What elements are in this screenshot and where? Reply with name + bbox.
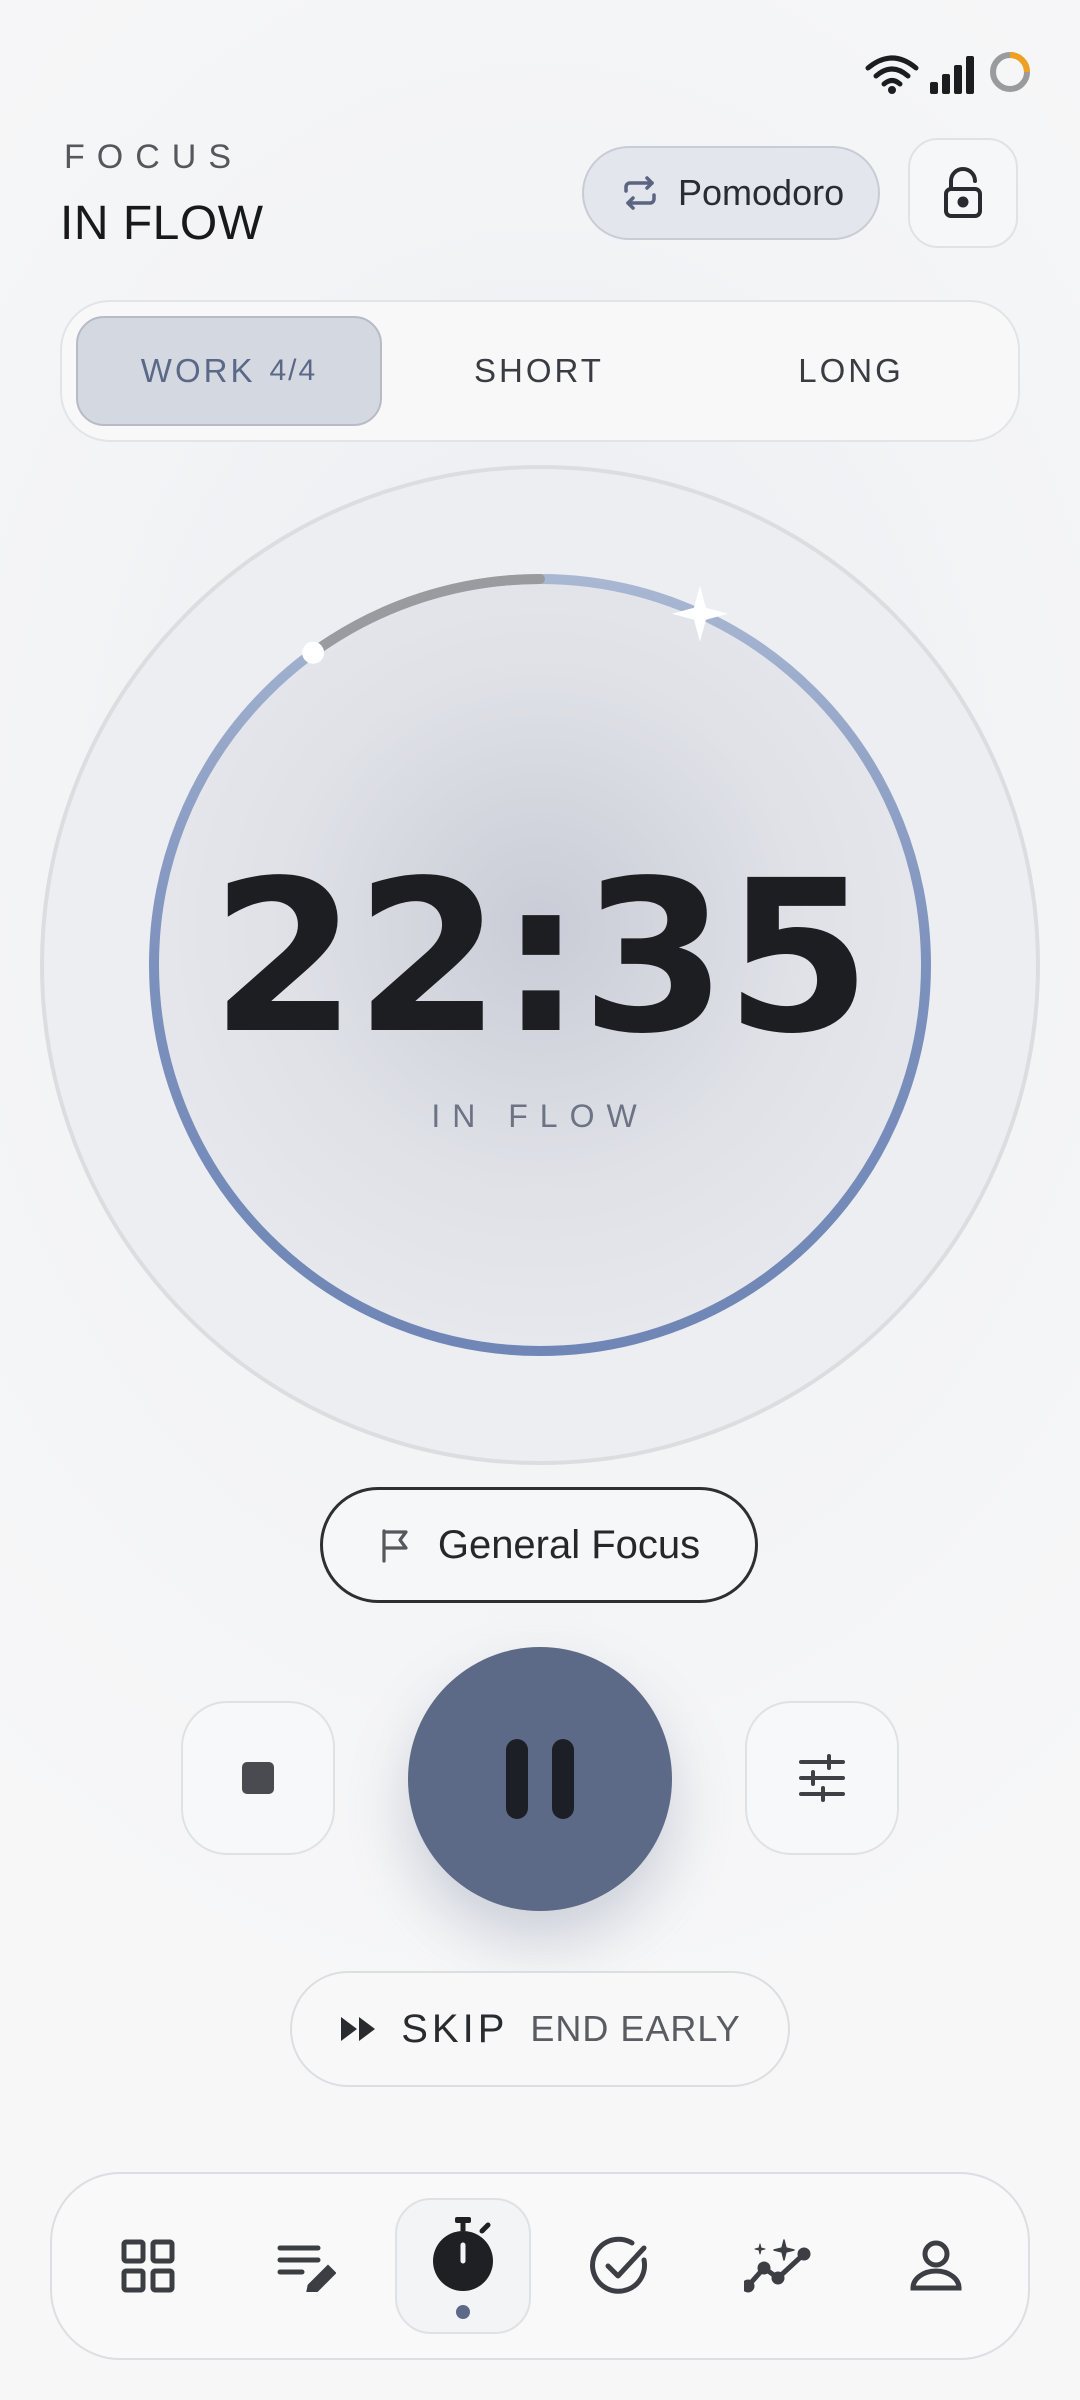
lock-button[interactable] (908, 138, 1018, 248)
skip-label: SKIP (401, 2006, 509, 2051)
notes-edit-icon (277, 2245, 336, 2292)
nav-item-insights[interactable] (710, 2198, 846, 2334)
active-indicator-dot (456, 2305, 470, 2319)
nav-item-notes[interactable] (238, 2198, 374, 2334)
sparkle-chart-icon (744, 2239, 811, 2293)
stop-icon (242, 1762, 274, 1794)
status-bar (860, 48, 1040, 96)
pause-icon (506, 1739, 574, 1819)
repeat-icon (624, 176, 656, 210)
task-selector-button[interactable]: General Focus (320, 1487, 758, 1603)
page-title: IN FLOW (60, 197, 264, 250)
timer-state-label: IN FLOW (431, 1098, 649, 1134)
wifi-icon (865, 55, 919, 94)
segment-short-label: SHORT (474, 352, 604, 389)
nav-item-profile[interactable] (868, 2198, 1004, 2334)
session-type-segmented-control: WORK 4/4 SHORT LONG (60, 300, 1020, 442)
segment-work-count: 4/4 (269, 354, 318, 387)
sliders-icon (799, 1754, 845, 1802)
segment-long[interactable]: LONG (698, 316, 1004, 426)
segment-long-label: LONG (798, 352, 904, 389)
flag-icon (382, 1529, 408, 1563)
skip-button[interactable]: SKIP END EARLY (290, 1971, 790, 2087)
profile-icon (910, 2240, 962, 2291)
fast-forward-icon (341, 2017, 376, 2041)
segment-work[interactable]: WORK 4/4 (76, 316, 382, 426)
timer-countdown: 22:35 (210, 835, 871, 1080)
mode-selector-label: Pomodoro (678, 172, 845, 213)
progress-knob[interactable] (302, 641, 325, 664)
section-eyebrow: FOCUS (64, 138, 243, 176)
battery-ring-icon (990, 52, 1030, 92)
signal-icon (930, 56, 974, 94)
skip-sublabel: END EARLY (530, 2008, 741, 2049)
task-label: General Focus (437, 1522, 701, 1567)
nav-item-tasks[interactable] (552, 2198, 688, 2334)
timer-settings-button[interactable] (745, 1701, 899, 1855)
mode-selector-button[interactable]: Pomodoro (582, 146, 880, 240)
lock-icon (944, 167, 982, 218)
stopwatch-icon (433, 2217, 493, 2319)
nav-item-dashboard[interactable] (80, 2198, 216, 2334)
check-circle-icon (590, 2236, 648, 2294)
segment-short[interactable]: SHORT (386, 316, 692, 426)
bottom-navigation (50, 2172, 1030, 2360)
stop-button[interactable] (181, 1701, 335, 1855)
pause-button[interactable] (408, 1647, 672, 1911)
nav-item-timer[interactable] (395, 2198, 531, 2334)
grid-icon (121, 2239, 175, 2293)
segment-work-label: WORK (140, 352, 256, 389)
